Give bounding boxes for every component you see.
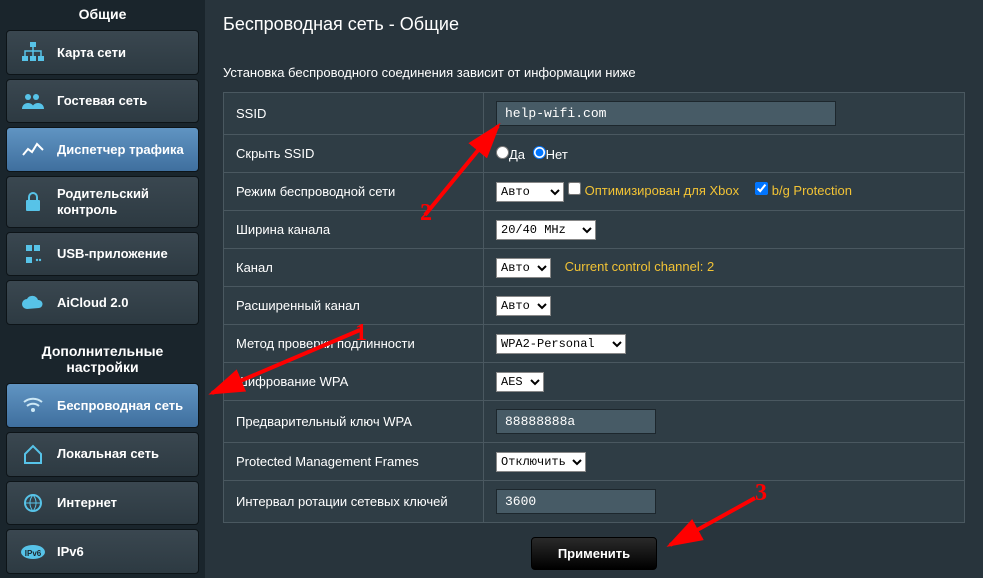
sidebar-header-general: Общие [6,0,199,30]
sidebar-header-advanced: Дополнительные настройки [6,337,199,383]
ssid-label: SSID [224,93,484,135]
bg-protection-checkbox[interactable] [755,182,768,195]
sidebar-label: Гостевая сеть [57,93,147,109]
home-icon [19,442,47,466]
auth-select[interactable]: WPA2-Personal [496,334,626,354]
sidebar-item-network-map[interactable]: Карта сети [6,30,199,75]
lock-icon [19,190,47,214]
pmf-select[interactable]: Отключить [496,452,586,472]
channel-select[interactable]: Авто [496,258,551,278]
sidebar-label: Интернет [57,495,117,511]
sidebar-label: Карта сети [57,45,126,61]
xbox-label: Оптимизирован для Xbox [585,183,739,198]
svg-text:IPv6: IPv6 [25,549,42,558]
mode-select[interactable]: Авто [496,182,564,202]
main-panel: Беспроводная сеть - Общие Установка бесп… [205,0,983,578]
sitemap-icon [19,40,47,64]
page-subtitle: Установка беспроводного соединения завис… [223,65,965,80]
cloud-icon [19,291,47,315]
rekey-input[interactable] [496,489,656,514]
mode-label: Режим беспроводной сети [224,173,484,211]
sidebar-label: Диспетчер трафика [57,142,184,158]
globe-icon [19,491,47,515]
enc-label: Шифрование WPA [224,363,484,401]
hide-ssid-no-radio[interactable] [533,146,546,159]
ext-channel-select[interactable]: Авто [496,296,551,316]
xbox-checkbox[interactable] [568,182,581,195]
control-channel-text: Current control channel: 2 [565,259,715,274]
pmf-label: Protected Management Frames [224,443,484,481]
auth-label: Метод проверки подлинности [224,325,484,363]
hide-ssid-label: Скрыть SSID [224,135,484,173]
hide-ssid-yes-radio[interactable] [496,146,509,159]
enc-select[interactable]: AES [496,372,544,392]
sidebar-item-wireless[interactable]: Беспроводная сеть [6,383,199,428]
sidebar-label: Родительский контроль [57,186,186,217]
ext-channel-label: Расширенный канал [224,287,484,325]
sidebar-item-parental-control[interactable]: Родительский контроль [6,176,199,228]
apply-button[interactable]: Применить [531,537,657,570]
width-label: Ширина канала [224,211,484,249]
settings-table: SSID Скрыть SSID Да Нет Режим беспроводн… [223,92,965,523]
apply-row: Применить [223,523,965,570]
width-select[interactable]: 20/40 MHz [496,220,596,240]
ssid-input[interactable] [496,101,836,126]
sidebar-label: AiCloud 2.0 [57,295,129,311]
sidebar-item-ipv6[interactable]: IPv6 IPv6 [6,529,199,574]
rekey-label: Интервал ротации сетевых ключей [224,481,484,523]
sidebar-label: USB-приложение [57,246,168,262]
sidebar: Общие Карта сети Гостевая сеть Диспетчер… [0,0,205,578]
channel-label: Канал [224,249,484,287]
usb-icon [19,242,47,266]
psk-input[interactable] [496,409,656,434]
users-icon [19,89,47,113]
sidebar-item-internet[interactable]: Интернет [6,481,199,526]
sidebar-item-usb-app[interactable]: USB-приложение [6,232,199,277]
sidebar-label: Беспроводная сеть [57,398,183,414]
sidebar-item-aicloud[interactable]: AiCloud 2.0 [6,280,199,325]
sidebar-item-guest-network[interactable]: Гостевая сеть [6,79,199,124]
hide-no-label: Нет [546,147,568,162]
ipv6-icon: IPv6 [19,540,47,564]
traffic-icon [19,138,47,162]
sidebar-item-traffic-manager[interactable]: Диспетчер трафика [6,127,199,172]
psk-label: Предварительный ключ WPA [224,401,484,443]
sidebar-item-lan[interactable]: Локальная сеть [6,432,199,477]
page-title: Беспроводная сеть - Общие [223,14,965,35]
sidebar-label: IPv6 [57,544,84,560]
sidebar-label: Локальная сеть [57,446,159,462]
bg-label: b/g Protection [772,183,852,198]
hide-yes-label: Да [509,147,525,162]
wifi-icon [19,393,47,417]
